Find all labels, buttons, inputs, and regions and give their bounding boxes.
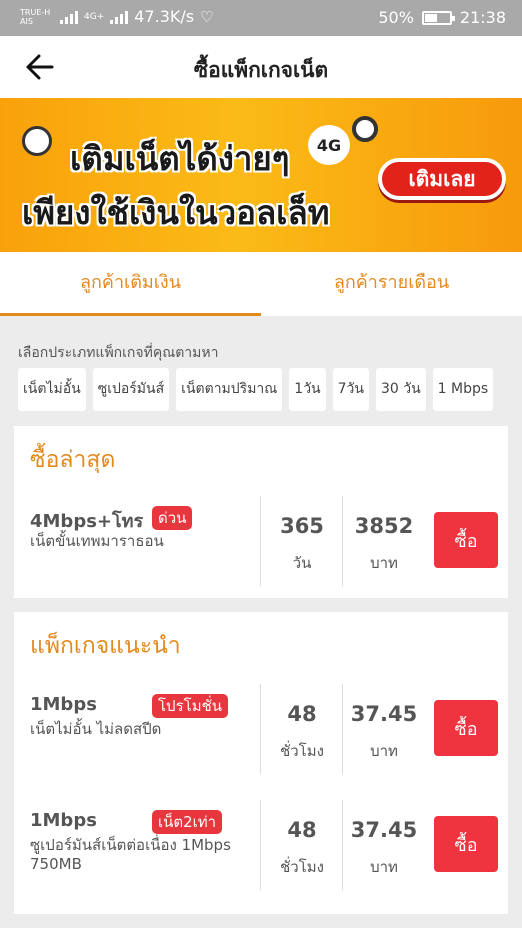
battery-percent: 50% — [378, 8, 414, 27]
divider — [342, 496, 343, 586]
divider — [342, 684, 343, 774]
package-duration: 48 — [287, 818, 317, 842]
package-desc: เน็ตขั้นเทพมาราธอน — [30, 532, 164, 550]
buy-button[interactable]: ซื้อ — [434, 512, 498, 568]
tab-postpaid[interactable]: ลูกค้ารายเดือน — [261, 252, 522, 316]
divider — [260, 800, 261, 890]
package-price: 37.45 — [350, 818, 418, 842]
filter-chip[interactable]: เน็ตไม่อั้น — [18, 368, 86, 411]
battery-icon — [421, 10, 455, 25]
divider — [260, 496, 261, 586]
package-desc: ซูเปอร์มันส์เน็ตต่อเนื่อง 1Mbps 750MB — [30, 836, 231, 873]
package-desc: เน็ตไม่อั้น ไม่ลดสปีด — [30, 720, 162, 738]
status-right: 50% 21:38 — [378, 8, 506, 27]
filter-chip[interactable]: ซูเปอร์มันส์ — [92, 368, 170, 411]
network-type-label: 4G+ — [84, 11, 105, 22]
package-price-unit: บาท — [370, 742, 398, 760]
filter-chip[interactable]: 30 วัน — [375, 368, 426, 411]
signal-icon-2 — [110, 10, 129, 24]
package-price: 37.45 — [350, 702, 418, 726]
globe-icon — [352, 116, 378, 142]
signal-icon — [60, 10, 78, 24]
package-row: 1Mbps โปรโมชั่น เน็ตไม่อั้น ไม่ลดสปีด 48… — [14, 684, 508, 774]
package-price-unit: บาท — [370, 554, 398, 572]
banner-line-1: เติมเน็ตได้ง่ายๆ — [70, 139, 290, 178]
wifi-icon — [22, 126, 52, 156]
battery-fill — [424, 13, 437, 22]
filter-chip[interactable]: 1 Mbps — [432, 368, 494, 411]
package-duration-unit: วัน — [292, 554, 312, 572]
page-title: ซื้อแพ็กเกจเน็ต — [193, 58, 329, 82]
app-header: ซื้อแพ็กเกจเน็ต — [0, 36, 522, 98]
recent-title: ซื้อล่าสุด — [30, 447, 116, 473]
package-duration: 48 — [287, 702, 317, 726]
filter-chip[interactable]: 7วัน — [332, 368, 369, 411]
heartbeat-icon: ♡ — [200, 7, 214, 26]
recommended-card: แพ็กเกจแนะนำ 1Mbps โปรโมชั่น เน็ตไม่อั้น… — [14, 612, 508, 914]
package-duration-unit: ชั่วโมง — [280, 742, 324, 760]
status-bar: TRUE-H AIS 4G+ 47.3K/s ♡ 50% 21:38 — [0, 0, 522, 36]
package-tag: ด่วน — [152, 506, 193, 530]
buy-button[interactable]: ซื้อ — [434, 700, 498, 756]
package-tag: โปรโมชั่น — [152, 694, 229, 718]
package-duration-unit: ชั่วโมง — [280, 858, 324, 876]
filter-chips: เน็ตไม่อั้น ซูเปอร์มันส์ เน็ตตามปริมาณ 1… — [18, 368, 522, 412]
package-name: 1Mbps — [30, 810, 97, 831]
carrier-label: TRUE-H AIS — [20, 7, 51, 26]
filter-chip[interactable]: เน็ตตามปริมาณ — [176, 368, 283, 411]
package-name: 1Mbps — [30, 694, 97, 715]
package-duration: 365 — [280, 514, 324, 538]
buy-button[interactable]: ซื้อ — [434, 816, 498, 872]
package-name: 4Mbps+โทร — [30, 511, 144, 532]
package-row: 4Mbps+โทร ด่วน เน็ตขั้นเทพมาราธอน 365 วั… — [14, 496, 508, 586]
filter-label: เลือกประเภทแพ็กเกจที่คุณตามหา — [18, 345, 219, 361]
status-left: TRUE-H AIS 4G+ 47.3K/s ♡ — [20, 7, 214, 26]
package-tag: เน็ต2เท่า — [152, 810, 223, 834]
divider — [342, 800, 343, 890]
divider — [260, 684, 261, 774]
banner-line-2: เพียงใช้เงินในวอลเล็ท — [22, 193, 330, 232]
badge-4g: 4G — [308, 125, 350, 165]
customer-tabs: ลูกค้าเติมเงิน ลูกค้ารายเดือน — [0, 252, 522, 316]
package-price-unit: บาท — [370, 858, 398, 876]
package-price: 3852 — [354, 514, 414, 538]
clock: 21:38 — [459, 8, 506, 27]
topup-button[interactable]: เติมเลย — [378, 158, 506, 200]
filter-chip[interactable]: 1วัน — [289, 368, 326, 411]
tab-prepaid[interactable]: ลูกค้าเติมเงิน — [0, 252, 261, 316]
promo-banner[interactable]: เติมเน็ตได้ง่ายๆ เพียงใช้เงินในวอลเล็ท 4… — [0, 98, 522, 252]
package-row: 1Mbps เน็ต2เท่า ซูเปอร์มันส์เน็ตต่อเนื่อ… — [14, 800, 508, 890]
network-speed: 47.3K/s — [134, 7, 195, 26]
recent-card: ซื้อล่าสุด 4Mbps+โทร ด่วน เน็ตขั้นเทพมาร… — [14, 426, 508, 598]
recommended-title: แพ็กเกจแนะนำ — [30, 633, 181, 659]
